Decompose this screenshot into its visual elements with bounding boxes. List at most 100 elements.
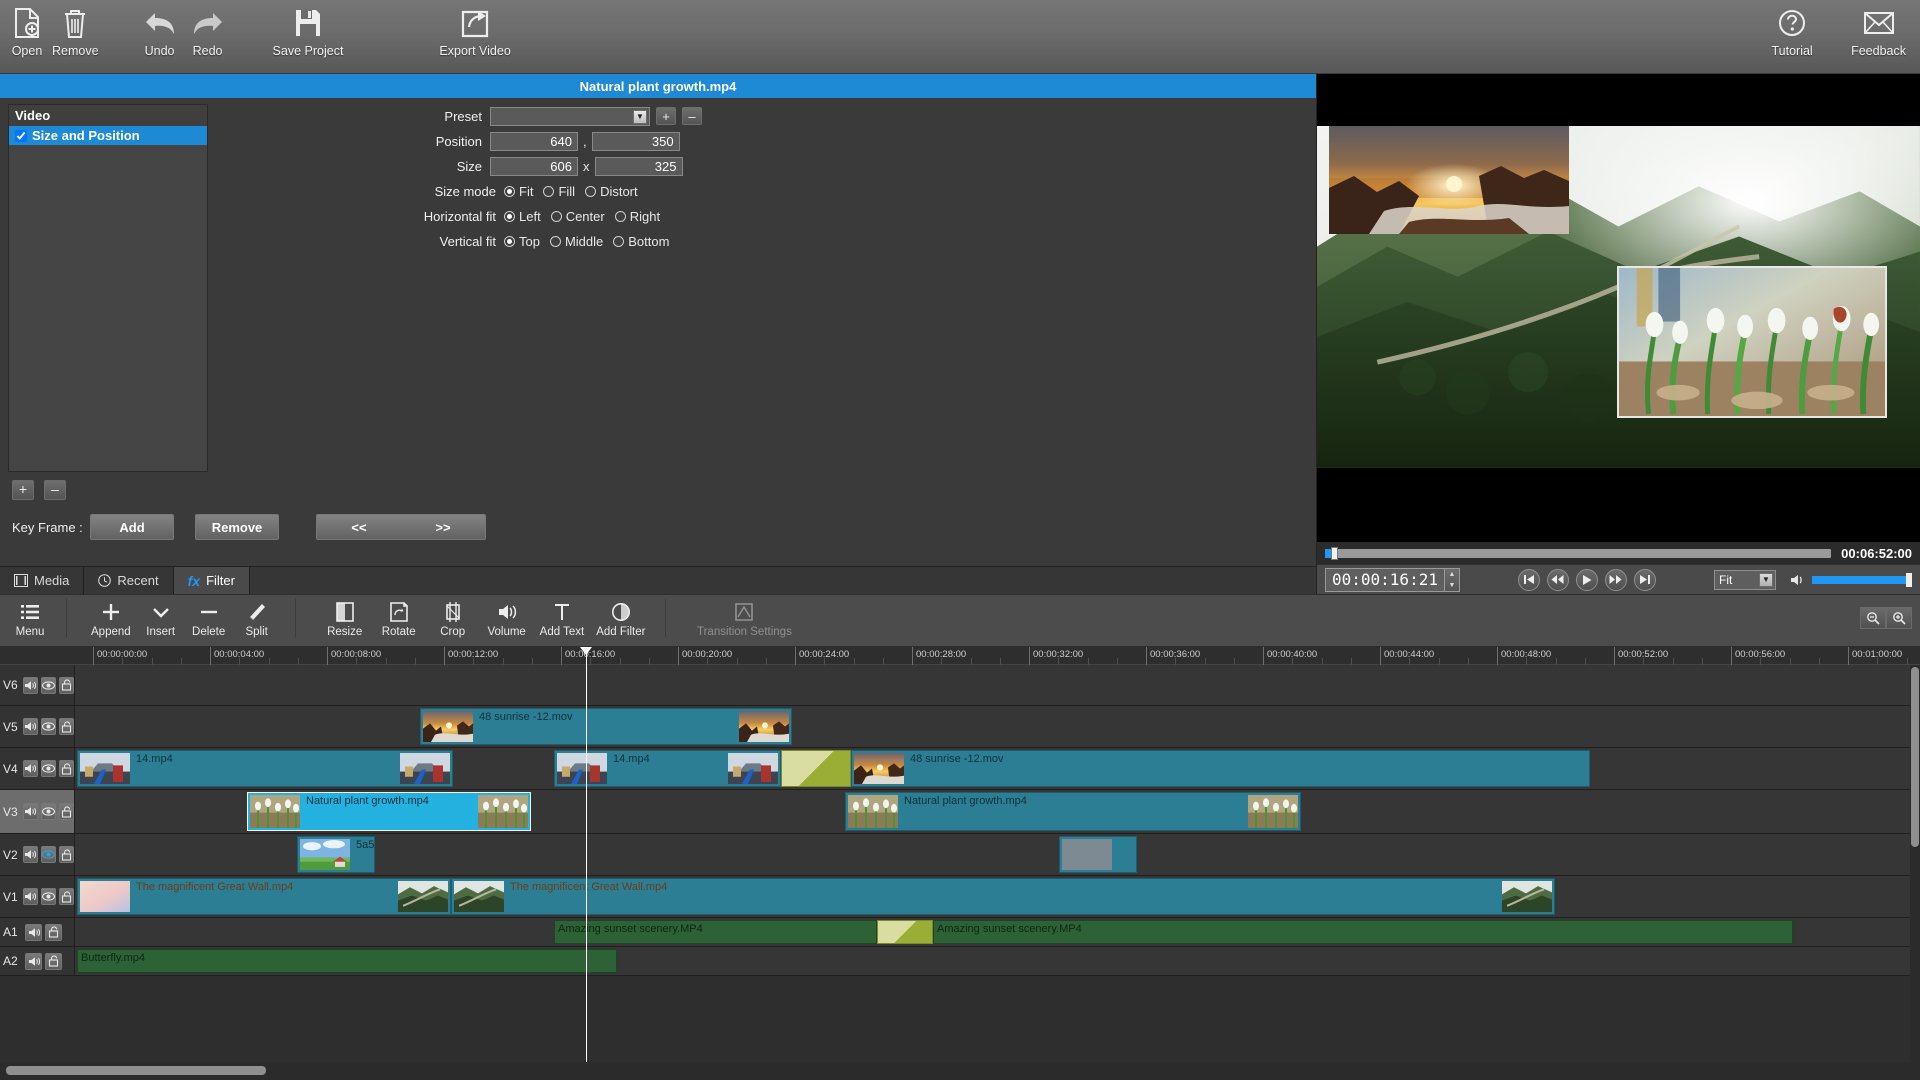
horizontal-fit-radio-left[interactable]: Left	[504, 209, 541, 224]
track-header-v6[interactable]: V6	[0, 665, 75, 705]
undo-button[interactable]: Undo	[133, 0, 187, 58]
tab-recent[interactable]: Recent	[84, 567, 174, 594]
timeline-clip[interactable]: The magnificent Great Wall.mp4	[77, 878, 451, 915]
volume-slider[interactable]	[1812, 572, 1912, 587]
size-mode-radio-distort[interactable]: Distort	[585, 184, 638, 199]
track-visibility-icon[interactable]	[40, 676, 56, 694]
add-filter-button[interactable]: +	[12, 480, 34, 500]
preset-select[interactable]: ▼	[490, 106, 650, 126]
timeline-clip[interactable]: 48 sunrise -12.mov	[851, 750, 1590, 787]
vertical-fit-radio-bottom[interactable]: Bottom	[613, 234, 669, 249]
filter-enabled-checkbox[interactable]	[15, 129, 27, 142]
track-mute-icon[interactable]	[25, 952, 42, 970]
track-mute-icon[interactable]	[25, 923, 42, 941]
timeline-track-a2[interactable]: A2 Butterfly.mp4	[0, 947, 1920, 976]
preview-zoom-select[interactable]: Fit ▼	[1714, 569, 1776, 590]
export-video-button[interactable]: Export Video	[433, 0, 516, 58]
track-header-a1[interactable]: A1	[0, 918, 75, 946]
key-frame-prev-button[interactable]: <<	[351, 520, 366, 535]
track-visibility-icon[interactable]	[40, 718, 56, 735]
track-lock-icon[interactable]	[58, 760, 74, 777]
track-mute-icon[interactable]	[22, 888, 38, 905]
tutorial-button[interactable]: Tutorial	[1765, 0, 1819, 58]
timeline-track-v3[interactable]: V3 Natural plant growth.mp4 Natural plant…	[0, 790, 1920, 834]
scroll-thumb[interactable]	[6, 1066, 266, 1075]
position-x-input[interactable]	[490, 131, 578, 151]
remove-filter-button[interactable]: –	[44, 480, 66, 500]
track-header-v3[interactable]: V3	[0, 790, 75, 833]
timeline-track-v2[interactable]: V2 5a57a4a1477a9.mp4	[0, 834, 1920, 876]
timeline-vertical-scrollbar[interactable]	[1910, 665, 1920, 1062]
preset-add-button[interactable]: +	[656, 107, 676, 125]
crop-button[interactable]: Crop	[426, 595, 480, 638]
remove-button[interactable]: Remove	[46, 0, 105, 58]
track-lock-icon[interactable]	[58, 846, 74, 863]
size-mode-radio-fill[interactable]: Fill	[543, 184, 575, 199]
key-frame-add-button[interactable]: Add	[90, 514, 174, 540]
track-body-v5[interactable]: 48 sunrise -12.mov	[75, 706, 1920, 747]
track-body-v2[interactable]: 5a57a4a1477a9.mp4	[75, 834, 1920, 875]
track-mute-icon[interactable]	[22, 676, 38, 694]
track-lock-icon[interactable]	[45, 952, 62, 970]
vertical-fit-radio-top[interactable]: Top	[504, 234, 540, 249]
append-button[interactable]: Append	[85, 595, 137, 638]
track-mute-icon[interactable]	[22, 846, 38, 863]
timeline-clip[interactable]: Butterfly.mp4	[77, 949, 617, 973]
track-mute-icon[interactable]	[22, 760, 38, 777]
track-header-v4[interactable]: V4	[0, 748, 75, 789]
timeline-clip[interactable]: Amazing sunset scenery.MP4	[554, 920, 877, 944]
resize-button[interactable]: Resize	[318, 595, 372, 638]
timeline-clip[interactable]: Natural plant growth.mp4	[845, 792, 1301, 831]
key-frame-remove-button[interactable]: Remove	[195, 514, 279, 540]
horizontal-fit-radio-right[interactable]: Right	[614, 209, 660, 224]
track-lock-icon[interactable]	[58, 803, 74, 820]
track-visibility-icon[interactable]	[40, 846, 56, 863]
key-frame-next-button[interactable]: >>	[435, 520, 450, 535]
timeline-clip[interactable]: 5a57a4a1477a9.mp4	[297, 836, 375, 873]
track-visibility-icon[interactable]	[40, 760, 56, 777]
size-mode-radio-fit[interactable]: Fit	[504, 184, 533, 199]
preview-seek-slider[interactable]	[1325, 546, 1832, 560]
video-preview-stage[interactable]	[1317, 74, 1920, 542]
track-visibility-icon[interactable]	[40, 803, 56, 820]
track-body-a1[interactable]: Amazing sunset scenery.MP4 Amazing sunset…	[75, 918, 1920, 946]
track-lock-icon[interactable]	[58, 676, 74, 694]
timeline-clip[interactable]: The magnificent Great Wall.mp4	[451, 878, 1555, 915]
timeline-track-a1[interactable]: A1 Amazing sunset scenery.MP4 Amazing sun…	[0, 918, 1920, 947]
key-frame-nav-group[interactable]: << >>	[316, 514, 486, 540]
rotate-button[interactable]: Rotate	[372, 595, 426, 638]
tab-filter[interactable]: fx Filter	[173, 567, 250, 594]
horizontal-fit-radio-center[interactable]: Center	[550, 209, 605, 224]
preset-remove-button[interactable]: –	[682, 107, 702, 125]
track-body-v6[interactable]	[75, 665, 1920, 705]
zoom-in-icon[interactable]	[1886, 607, 1912, 629]
timeline-clip[interactable]: 14.mp4	[77, 750, 453, 787]
volume-thumb[interactable]	[1906, 572, 1912, 587]
track-lock-icon[interactable]	[58, 888, 74, 905]
add-text-button[interactable]: Add Text	[534, 595, 591, 638]
volume-button[interactable]: Volume	[480, 595, 534, 638]
playhead[interactable]	[579, 647, 592, 1062]
track-header-v5[interactable]: V5	[0, 706, 75, 747]
fast-forward-button[interactable]	[1604, 568, 1627, 591]
size-height-input[interactable]	[594, 156, 683, 176]
track-body-v4[interactable]: 14.mp4 14.mp4 48 sunrise -12.mov	[75, 748, 1920, 789]
timeline-horizontal-scrollbar[interactable]	[0, 1062, 1920, 1080]
zoom-out-icon[interactable]	[1860, 607, 1886, 629]
timecode-stepper[interactable]: ▲ ▼	[1443, 568, 1459, 591]
timeline-ruler[interactable]: 00:00:00:00 00:00:04:00 00:00:08:00 00:00:1…	[0, 647, 1920, 665]
insert-button[interactable]: Insert	[137, 595, 185, 638]
add-filter-button[interactable]: Add Filter	[590, 595, 651, 638]
play-button[interactable]	[1575, 568, 1598, 591]
scroll-thumb[interactable]	[1911, 667, 1919, 847]
track-header-a2[interactable]: A2	[0, 947, 75, 975]
timeline-clip[interactable]	[781, 750, 851, 787]
size-width-input[interactable]	[490, 156, 578, 176]
timeline-clip[interactable]: Natural plant growth.mp4	[247, 792, 531, 831]
timeline-track-v5[interactable]: V5 48 sunrise -12.mov	[0, 706, 1920, 748]
track-mute-icon[interactable]	[22, 803, 38, 820]
redo-button[interactable]: Redo	[181, 0, 235, 58]
tab-media[interactable]: Media	[0, 567, 85, 594]
track-body-v3[interactable]: Natural plant growth.mp4 Natural plant gr…	[75, 790, 1920, 833]
rewind-button[interactable]	[1546, 568, 1569, 591]
